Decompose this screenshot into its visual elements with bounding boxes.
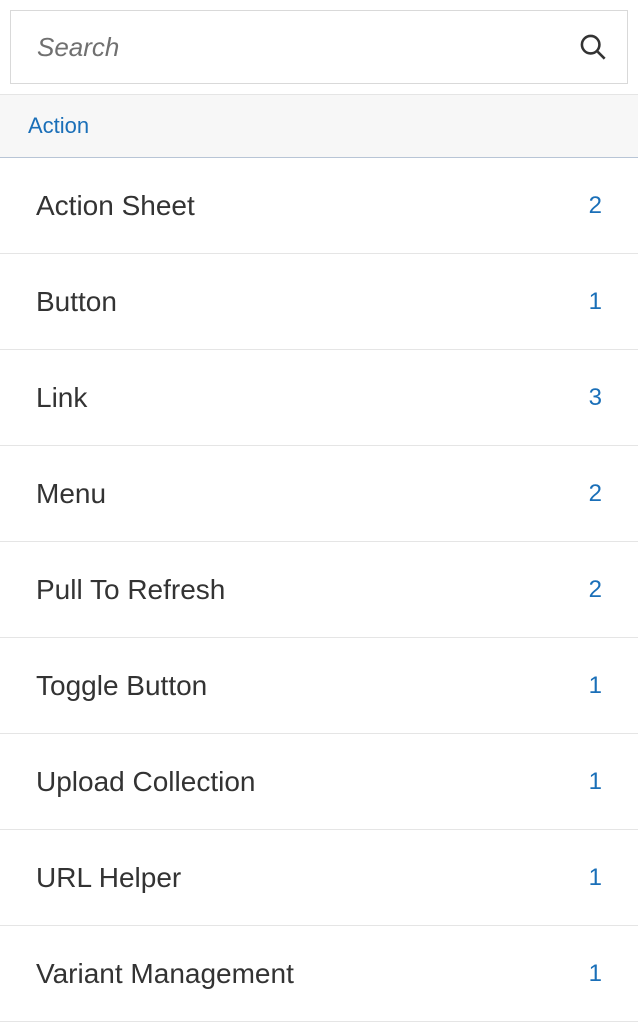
section-header: Action	[0, 95, 638, 158]
section-header-label: Action	[28, 113, 89, 138]
list-item-count: 2	[589, 480, 602, 508]
list-item-label: Menu	[36, 478, 106, 510]
list-item-variant-management[interactable]: Variant Management 1	[0, 926, 638, 1022]
list-item-label: Variant Management	[36, 958, 294, 990]
list-item-count: 1	[589, 864, 602, 892]
list-item-label: Action Sheet	[36, 190, 195, 222]
list: Action Sheet 2 Button 1 Link 3 Menu 2 Pu…	[0, 158, 638, 1022]
list-item-label: Upload Collection	[36, 766, 255, 798]
list-item-url-helper[interactable]: URL Helper 1	[0, 830, 638, 926]
list-item-toggle-button[interactable]: Toggle Button 1	[0, 638, 638, 734]
search-container	[0, 0, 638, 95]
list-item-count: 2	[589, 576, 602, 604]
list-item-count: 1	[589, 288, 602, 316]
search-field[interactable]	[10, 10, 628, 84]
list-item-button[interactable]: Button 1	[0, 254, 638, 350]
list-item-pull-to-refresh[interactable]: Pull To Refresh 2	[0, 542, 638, 638]
list-item-count: 1	[589, 672, 602, 700]
list-item-count: 2	[589, 192, 602, 220]
search-icon[interactable]	[579, 33, 607, 61]
list-item-action-sheet[interactable]: Action Sheet 2	[0, 158, 638, 254]
list-item-label: Toggle Button	[36, 670, 207, 702]
list-item-label: Pull To Refresh	[36, 574, 225, 606]
list-item-label: Link	[36, 382, 87, 414]
list-item-label: Button	[36, 286, 117, 318]
list-item-count: 1	[589, 960, 602, 988]
search-input[interactable]	[37, 32, 579, 63]
list-item-count: 3	[589, 384, 602, 412]
list-item-upload-collection[interactable]: Upload Collection 1	[0, 734, 638, 830]
list-item-link[interactable]: Link 3	[0, 350, 638, 446]
list-item-count: 1	[589, 768, 602, 796]
list-item-menu[interactable]: Menu 2	[0, 446, 638, 542]
list-item-label: URL Helper	[36, 862, 181, 894]
